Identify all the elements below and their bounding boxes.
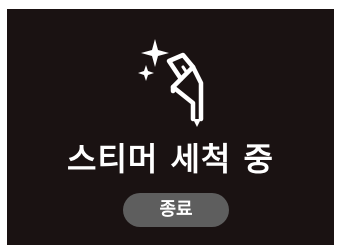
stop-button[interactable]: 종료 [123, 193, 229, 227]
cleaning-status-title: 스티머 세척 중 [67, 140, 274, 178]
steam-cleaning-screen: 스티머 세척 중 종료 [7, 9, 334, 245]
steam-cleaning-icon [137, 37, 213, 129]
